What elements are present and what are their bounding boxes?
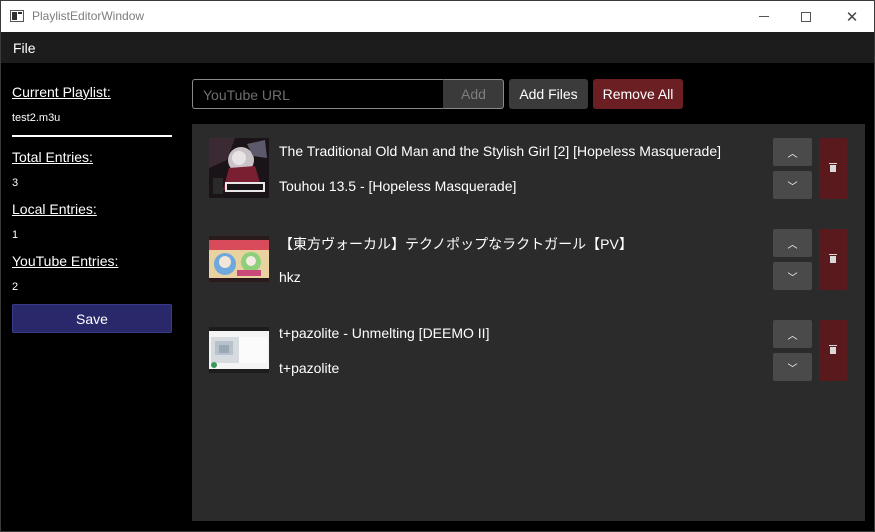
chevron-down-icon: ﹀ — [787, 272, 798, 284]
delete-entry-button[interactable] — [819, 229, 847, 290]
menu-file[interactable]: File — [13, 40, 36, 56]
move-up-button[interactable]: ︿ — [773, 229, 812, 257]
sidebar-divider — [12, 135, 172, 137]
trash-icon — [829, 254, 837, 263]
entry-subtitle: t+pazolite — [279, 360, 340, 376]
playlist-editor-window: PlaylistEditorWindow ✕ File Current Play… — [0, 0, 875, 532]
entry-subtitle: Touhou 13.5 - [Hopeless Masquerade] — [279, 178, 517, 194]
minimize-button[interactable] — [741, 1, 787, 32]
trash-icon — [829, 345, 837, 354]
move-down-button[interactable]: ﹀ — [773, 353, 812, 381]
chevron-up-icon: ︿ — [787, 239, 798, 251]
chevron-up-icon: ︿ — [787, 148, 798, 160]
chevron-up-icon: ︿ — [787, 330, 798, 342]
close-icon: ✕ — [845, 7, 859, 26]
move-down-button[interactable]: ﹀ — [773, 262, 812, 290]
youtube-url-input[interactable]: YouTube URL — [192, 79, 444, 109]
sidebar: Current Playlist: test2.m3u Total Entrie… — [1, 63, 182, 531]
chevron-down-icon: ﹀ — [787, 363, 798, 375]
entry-title: The Traditional Old Man and the Stylish … — [279, 143, 721, 159]
local-entries-label: Local Entries: — [12, 201, 97, 217]
remove-all-button[interactable]: Remove All — [593, 79, 683, 109]
move-up-button[interactable]: ︿ — [773, 138, 812, 166]
delete-entry-button[interactable] — [819, 138, 847, 199]
trash-icon — [829, 163, 837, 172]
maximize-icon — [801, 11, 811, 22]
title-bar: PlaylistEditorWindow ✕ — [1, 1, 874, 32]
move-up-button[interactable]: ︿ — [773, 320, 812, 348]
delete-entry-button[interactable] — [819, 320, 847, 381]
total-entries-value: 3 — [12, 177, 19, 189]
maximize-button[interactable] — [783, 1, 829, 32]
current-playlist-value: test2.m3u — [12, 112, 61, 124]
playlist-entry: t+pazolite - Unmelting [DEEMO II] t+pazo… — [192, 319, 865, 381]
move-down-button[interactable]: ﹀ — [773, 171, 812, 199]
entry-title: t+pazolite - Unmelting [DEEMO II] — [279, 325, 490, 341]
entry-thumbnail — [209, 236, 269, 282]
minimize-icon — [759, 16, 769, 17]
youtube-entries-value: 2 — [12, 281, 19, 293]
entry-thumbnail — [209, 327, 269, 373]
add-files-button[interactable]: Add Files — [509, 79, 588, 109]
save-button[interactable]: Save — [12, 304, 172, 333]
close-button[interactable]: ✕ — [829, 1, 875, 32]
playlist-panel: The Traditional Old Man and the Stylish … — [192, 124, 865, 521]
app-icon — [10, 10, 24, 22]
local-entries-value: 1 — [12, 229, 19, 241]
window-title: PlaylistEditorWindow — [32, 9, 145, 23]
playlist-entry: The Traditional Old Man and the Stylish … — [192, 137, 865, 199]
entry-subtitle: hkz — [279, 269, 301, 285]
entry-title: 【東方ヴォーカル】テクノポップなラクトガール【PV】 — [279, 236, 633, 252]
menu-bar: File — [1, 32, 874, 63]
total-entries-label: Total Entries: — [12, 149, 93, 165]
entry-thumbnail — [209, 138, 269, 198]
chevron-down-icon: ﹀ — [787, 181, 798, 193]
current-playlist-label: Current Playlist: — [12, 84, 111, 100]
youtube-url-placeholder: YouTube URL — [203, 87, 290, 103]
playlist-entry: 【東方ヴォーカル】テクノポップなラクトガール【PV】 hkz ︿ ﹀ — [192, 228, 865, 290]
youtube-entries-label: YouTube Entries: — [12, 253, 119, 269]
add-button[interactable]: Add — [443, 79, 504, 109]
